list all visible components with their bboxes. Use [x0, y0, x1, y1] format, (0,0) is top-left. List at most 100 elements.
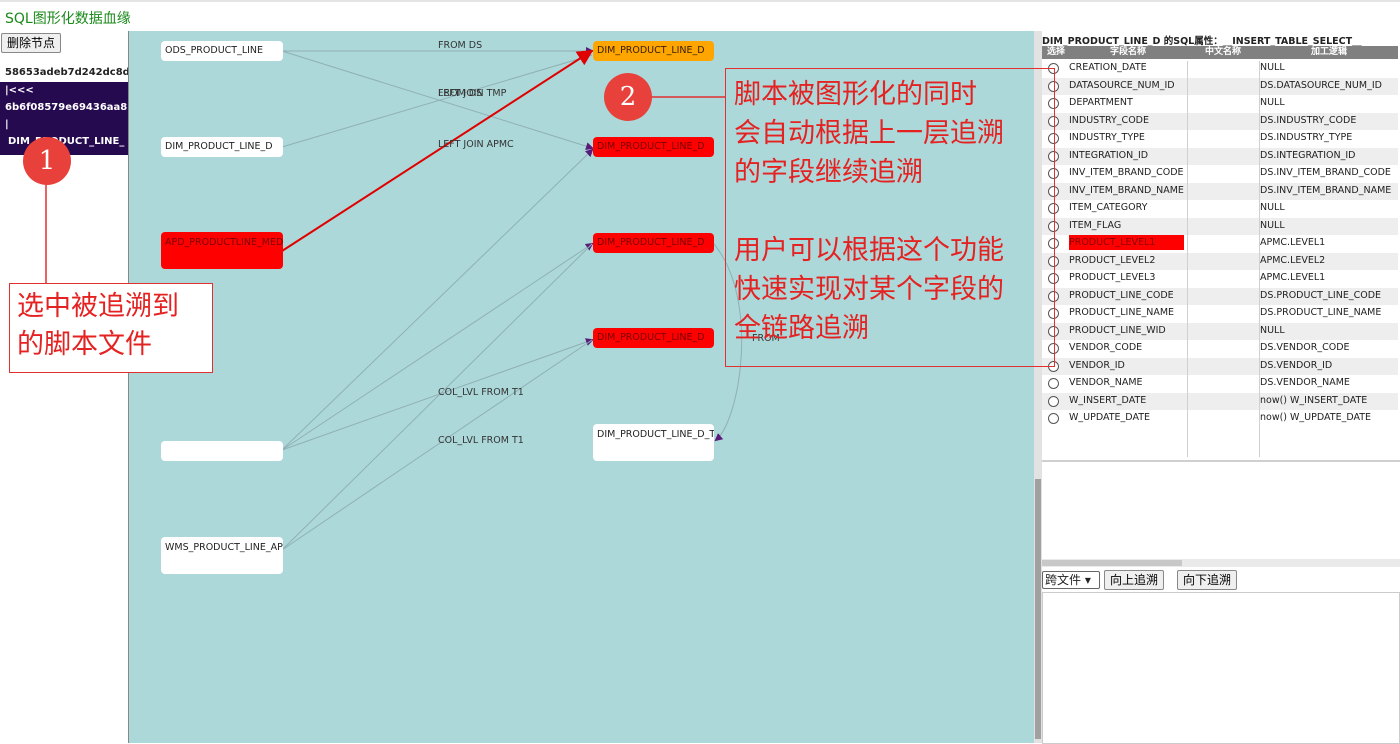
logic-cell: now() W_UPDATE_DATE: [1260, 412, 1372, 423]
table-row[interactable]: PRODUCT_LEVEL3 APMC.LEVEL1: [1042, 270, 1398, 288]
edge-label: COL_LVL FROM T1: [438, 387, 524, 398]
logic-cell: NULL: [1260, 202, 1285, 213]
table-row[interactable]: DEPARTMENT NULL: [1042, 95, 1398, 113]
logic-cell: DS.INV_ITEM_BRAND_CODE: [1260, 167, 1391, 178]
logic-cell: DS.INV_ITEM_BRAND_NAME: [1260, 184, 1392, 196]
logic-cell: NULL: [1260, 219, 1285, 231]
file-scope-value: 跨文件: [1045, 573, 1082, 587]
trace-down-button[interactable]: 向下追溯: [1177, 570, 1238, 590]
script-table-name: DIM_PRODUCT_LINE_: [8, 136, 125, 147]
table-row[interactable]: PRODUCT_LINE_NAME DS.PRODUCT_LINE_NAME: [1042, 305, 1398, 323]
logic-cell: DS.DATASOURCE_NUM_ID: [1260, 79, 1382, 91]
table-row[interactable]: DATASOURCE_NUM_ID DS.DATASOURCE_NUM_ID: [1042, 77, 1398, 95]
field-name-cell: INDUSTRY_CODE: [1069, 114, 1149, 126]
annotation-text: 选中被追溯到: [17, 291, 179, 322]
logic-cell: DS.INDUSTRY_CODE: [1260, 114, 1357, 126]
annotation-text: 全链路追溯: [734, 313, 869, 344]
annotation-marker-2: 2: [604, 73, 652, 121]
row-select-radio[interactable]: [1048, 413, 1059, 424]
table-row[interactable]: ITEM_FLAG NULL: [1042, 217, 1398, 235]
script-id-line[interactable]: 58653adeb7d242dc8de: [5, 67, 128, 78]
top-border: [0, 0, 1400, 2]
table-row[interactable]: INDUSTRY_TYPE DS.INDUSTRY_TYPE: [1042, 130, 1398, 148]
grid-bottom-border: [1042, 460, 1400, 462]
table-row[interactable]: ITEM_CATEGORY NULL: [1042, 200, 1398, 218]
table-row[interactable]: INTEGRATION_ID DS.INTEGRATION_ID: [1042, 147, 1398, 165]
logic-cell: APMC.LEVEL1: [1260, 237, 1326, 248]
left-panel: 删除节点 58653adeb7d242dc8de |<<< 6b6f08579e…: [0, 31, 128, 743]
table-row[interactable]: PRODUCT_LEVEL2 APMC.LEVEL2: [1042, 252, 1398, 270]
logic-cell: DS.INTEGRATION_ID: [1260, 149, 1356, 161]
chevron-down-icon: ▾: [1084, 573, 1091, 587]
column-header: 加工逻辑: [1310, 47, 1347, 57]
table-row[interactable]: VENDOR_NAME DS.VENDOR_NAME: [1042, 375, 1398, 393]
table-row[interactable]: VENDOR_ID DS.VENDOR_ID: [1042, 357, 1398, 375]
table-row[interactable]: INV_ITEM_BRAND_CODE DS.INV_ITEM_BRAND_COD…: [1042, 165, 1398, 183]
column-divider: [1259, 61, 1260, 457]
field-name-cell: ITEM_CATEGORY: [1069, 202, 1148, 213]
table-row[interactable]: CREATION_DATE NULL: [1042, 60, 1398, 78]
annotation-text: 脚本被图形化的同时: [734, 79, 977, 110]
trace-output-textarea[interactable]: [1042, 592, 1400, 744]
column-header: 字段名称: [1109, 47, 1146, 57]
table-row[interactable]: W_INSERT_DATE now() W_INSERT_DATE: [1042, 392, 1398, 410]
column-header: 选择: [1046, 47, 1065, 57]
graph-node[interactable]: DIM_PRODUCT_LINE_D: [161, 137, 283, 157]
row-select-radio[interactable]: [1048, 378, 1059, 389]
table-row[interactable]: PRODUCT_LINE_CODE DS.PRODUCT_LINE_CODE: [1042, 287, 1398, 305]
column-divider: [1187, 61, 1188, 457]
annotation-text: 的脚本文件: [17, 329, 152, 360]
table-row[interactable]: INV_ITEM_BRAND_NAME DS.INV_ITEM_BRAND_NAM…: [1042, 182, 1398, 200]
logic-cell: NULL: [1260, 62, 1285, 73]
graph-node[interactable]: DIM_PRODUCT_LINE_D_TMP: [593, 424, 714, 461]
field-name-cell: PRODUCT_LINE_NAME: [1069, 307, 1175, 318]
edge-label: FROM DS: [438, 40, 483, 51]
traced-graph-node[interactable]: DIM_PRODUCT_LINE_D: [593, 328, 714, 348]
table-row[interactable]: PRODUCT_LEVEL1 APMC.LEVEL1: [1042, 235, 1398, 253]
graph-node[interactable]: WMS_PRODUCT_LINE_APD: [161, 537, 283, 574]
field-name-cell: DEPARTMENT: [1069, 97, 1133, 108]
nav-back-marker: |<<<: [5, 85, 34, 96]
file-scope-select[interactable]: 跨文件 ▾: [1042, 571, 1100, 589]
logic-cell: DS.INDUSTRY_TYPE: [1260, 132, 1353, 143]
delete-node-button[interactable]: 删除节点: [1, 33, 62, 53]
row-select-radio[interactable]: [1048, 395, 1059, 407]
annotation-text: 的字段继续追溯: [734, 157, 923, 188]
edge-label: COL_LVL FROM T1: [438, 435, 524, 446]
table-row[interactable]: W_UPDATE_DATE now() W_UPDATE_DATE: [1042, 410, 1398, 428]
table-row[interactable]: INDUSTRY_CODE DS.INDUSTRY_CODE: [1042, 112, 1398, 130]
annotation-marker-1: 1: [23, 137, 71, 185]
logic-cell: DS.PRODUCT_LINE_CODE: [1260, 289, 1382, 301]
logic-cell: DS.VENDOR_ID: [1260, 359, 1333, 371]
selected-graph-node[interactable]: APD_PRODUCTLINE_MEDICARE_CLASSIFICATION: [161, 232, 283, 269]
grid-horizontal-scrollbar[interactable]: [1042, 559, 1400, 567]
panel-title: DIM_PRODUCT_LINE_D 的SQL属性：__INSERT_TABLE…: [1042, 36, 1362, 47]
graph-node[interactable]: ODS_PRODUCT_LINE: [161, 41, 283, 61]
traced-graph-node[interactable]: DIM_PRODUCT_LINE_D: [593, 137, 714, 157]
logic-cell: APMC.LEVEL2: [1260, 254, 1326, 266]
script-file-id: 6b6f08579e69436aa81e: [5, 102, 128, 113]
scrollbar-thumb[interactable]: [1042, 560, 1182, 566]
trace-controls: 跨文件 ▾ 向上追溯 向下追溯: [1042, 569, 1400, 593]
table-row[interactable]: VENDOR_CODE DS.VENDOR_CODE: [1042, 340, 1398, 358]
table-row[interactable]: PRODUCT_LINE_WID NULL: [1042, 322, 1398, 340]
field-name-cell: ITEM_FLAG: [1069, 219, 1122, 231]
field-name-cell: W_UPDATE_DATE: [1069, 412, 1151, 423]
current-graph-node[interactable]: DIM_PRODUCT_LINE_D: [593, 41, 714, 61]
edge-label: LEFT JOIN APMC: [438, 139, 514, 150]
field-name-cell: PRODUCT_LEVEL3: [1069, 272, 1156, 283]
logic-cell: APMC.LEVEL1: [1260, 272, 1326, 283]
scrollbar-thumb[interactable]: [1035, 479, 1041, 739]
annotation-text: 快速实现对某个字段的: [734, 274, 1004, 305]
field-name-cell: W_INSERT_DATE: [1069, 394, 1147, 406]
field-name-cell: INTEGRATION_ID: [1069, 149, 1149, 161]
column-header: 中文名称: [1204, 47, 1241, 57]
trace-up-button[interactable]: 向上追溯: [1104, 570, 1165, 590]
grid-header: 选择 字段名称 中文名称 加工逻辑: [1042, 46, 1398, 59]
annotation-box-2: 脚本被图形化的同时 会自动根据上一层追溯 的字段继续追溯 用户可以根据这个功能 …: [725, 68, 1055, 367]
graph-node[interactable]: [161, 441, 283, 461]
logic-cell: DS.VENDOR_NAME: [1260, 377, 1350, 388]
field-name-cell: DATASOURCE_NUM_ID: [1069, 79, 1175, 91]
traced-graph-node[interactable]: DIM_PRODUCT_LINE_D: [593, 233, 714, 253]
field-name-cell: INDUSTRY_TYPE: [1069, 132, 1145, 143]
